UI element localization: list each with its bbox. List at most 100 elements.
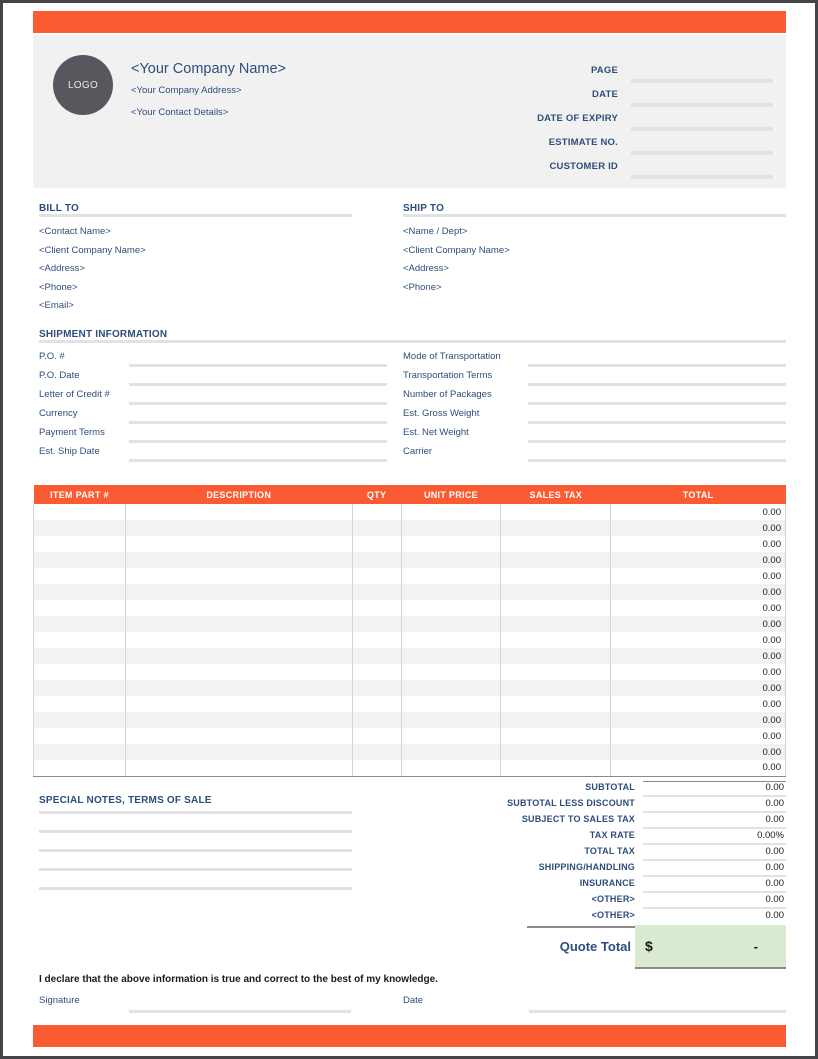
- summary-value[interactable]: 0.00: [643, 798, 784, 809]
- summary-value[interactable]: 0.00: [643, 782, 784, 793]
- cell-item-part[interactable]: [34, 744, 126, 760]
- cell-description[interactable]: [125, 744, 352, 760]
- cell-sales-tax[interactable]: [501, 568, 611, 584]
- cell-item-part[interactable]: [34, 520, 126, 536]
- summary-value[interactable]: 0.00: [643, 894, 784, 905]
- cell-item-part[interactable]: [34, 568, 126, 584]
- estimate-no-input[interactable]: [631, 151, 773, 155]
- cell-item-part[interactable]: [34, 712, 126, 728]
- cell-qty[interactable]: [352, 616, 401, 632]
- cell-sales-tax[interactable]: [501, 712, 611, 728]
- cell-description[interactable]: [125, 600, 352, 616]
- ship-to-line[interactable]: <Name / Dept>: [403, 223, 786, 242]
- cell-total[interactable]: 0.00: [611, 760, 786, 776]
- summary-value[interactable]: 0.00: [643, 910, 784, 921]
- signature-input[interactable]: [129, 1010, 351, 1013]
- cell-unit-price[interactable]: [401, 616, 501, 632]
- cell-qty[interactable]: [352, 680, 401, 696]
- cell-unit-price[interactable]: [401, 520, 501, 536]
- summary-value[interactable]: 0.00%: [643, 830, 784, 841]
- cell-description[interactable]: [125, 616, 352, 632]
- cell-unit-price[interactable]: [401, 728, 501, 744]
- summary-value[interactable]: 0.00: [643, 862, 784, 873]
- est-ship-date-input[interactable]: [129, 459, 387, 462]
- special-notes-input-line[interactable]: [39, 830, 352, 833]
- cell-item-part[interactable]: [34, 728, 126, 744]
- customer-id-input[interactable]: [631, 175, 773, 179]
- summary-value[interactable]: 0.00: [643, 814, 784, 825]
- cell-item-part[interactable]: [34, 648, 126, 664]
- cell-sales-tax[interactable]: [501, 760, 611, 776]
- bill-to-line[interactable]: <Address>: [39, 260, 352, 279]
- cell-unit-price[interactable]: [401, 536, 501, 552]
- cell-description[interactable]: [125, 760, 352, 776]
- cell-unit-price[interactable]: [401, 584, 501, 600]
- cell-total[interactable]: 0.00: [611, 744, 786, 760]
- cell-item-part[interactable]: [34, 616, 126, 632]
- cell-qty[interactable]: [352, 504, 401, 520]
- transportation-terms-input[interactable]: [528, 383, 786, 386]
- cell-total[interactable]: 0.00: [611, 664, 786, 680]
- cell-sales-tax[interactable]: [501, 744, 611, 760]
- special-notes-input-line[interactable]: [39, 849, 352, 852]
- cell-qty[interactable]: [352, 552, 401, 568]
- cell-unit-price[interactable]: [401, 568, 501, 584]
- cell-unit-price[interactable]: [401, 600, 501, 616]
- bill-to-line[interactable]: <Client Company Name>: [39, 242, 352, 261]
- cell-qty[interactable]: [352, 696, 401, 712]
- signature-date-input[interactable]: [529, 1010, 786, 1013]
- currency-input[interactable]: [129, 421, 387, 424]
- cell-qty[interactable]: [352, 632, 401, 648]
- cell-qty[interactable]: [352, 520, 401, 536]
- summary-value[interactable]: 0.00: [643, 878, 784, 889]
- cell-total[interactable]: 0.00: [611, 552, 786, 568]
- payment-terms-input[interactable]: [129, 440, 387, 443]
- cell-sales-tax[interactable]: [501, 584, 611, 600]
- cell-unit-price[interactable]: [401, 696, 501, 712]
- cell-sales-tax[interactable]: [501, 680, 611, 696]
- special-notes-input-line[interactable]: [39, 887, 352, 890]
- company-name[interactable]: <Your Company Name>: [131, 61, 286, 77]
- cell-description[interactable]: [125, 696, 352, 712]
- cell-qty[interactable]: [352, 584, 401, 600]
- po-number-input[interactable]: [129, 364, 387, 367]
- cell-unit-price[interactable]: [401, 648, 501, 664]
- cell-description[interactable]: [125, 712, 352, 728]
- est-net-weight-input[interactable]: [528, 440, 786, 443]
- cell-item-part[interactable]: [34, 536, 126, 552]
- cell-sales-tax[interactable]: [501, 520, 611, 536]
- ship-to-line[interactable]: <Phone>: [403, 279, 786, 298]
- cell-sales-tax[interactable]: [501, 648, 611, 664]
- cell-total[interactable]: 0.00: [611, 712, 786, 728]
- est-gross-weight-input[interactable]: [528, 421, 786, 424]
- ship-to-line[interactable]: <Address>: [403, 260, 786, 279]
- cell-qty[interactable]: [352, 712, 401, 728]
- cell-qty[interactable]: [352, 664, 401, 680]
- letter-of-credit-input[interactable]: [129, 402, 387, 405]
- summary-value[interactable]: 0.00: [643, 846, 784, 857]
- cell-item-part[interactable]: [34, 680, 126, 696]
- company-address[interactable]: <Your Company Address>: [131, 85, 242, 96]
- cell-unit-price[interactable]: [401, 632, 501, 648]
- cell-qty[interactable]: [352, 648, 401, 664]
- cell-description[interactable]: [125, 536, 352, 552]
- cell-item-part[interactable]: [34, 600, 126, 616]
- cell-item-part[interactable]: [34, 760, 126, 776]
- cell-total[interactable]: 0.00: [611, 728, 786, 744]
- cell-item-part[interactable]: [34, 632, 126, 648]
- cell-description[interactable]: [125, 584, 352, 600]
- cell-total[interactable]: 0.00: [611, 600, 786, 616]
- bill-to-line[interactable]: <Email>: [39, 297, 352, 316]
- cell-sales-tax[interactable]: [501, 632, 611, 648]
- cell-qty[interactable]: [352, 568, 401, 584]
- cell-item-part[interactable]: [34, 552, 126, 568]
- cell-total[interactable]: 0.00: [611, 616, 786, 632]
- cell-description[interactable]: [125, 520, 352, 536]
- cell-sales-tax[interactable]: [501, 552, 611, 568]
- cell-item-part[interactable]: [34, 504, 126, 520]
- page-input[interactable]: [631, 79, 773, 83]
- cell-sales-tax[interactable]: [501, 504, 611, 520]
- cell-sales-tax[interactable]: [501, 664, 611, 680]
- cell-sales-tax[interactable]: [501, 536, 611, 552]
- cell-item-part[interactable]: [34, 584, 126, 600]
